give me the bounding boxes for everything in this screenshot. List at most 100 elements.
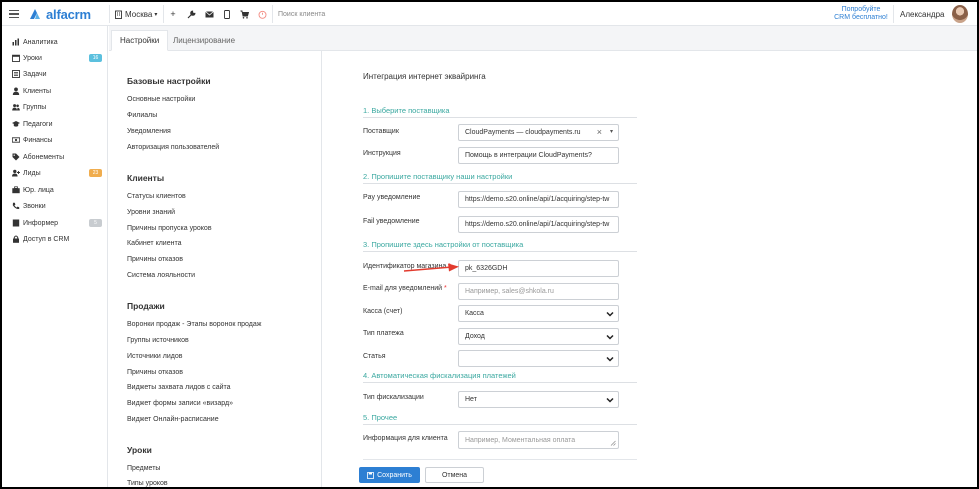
menu-link-client-cabinet[interactable]: Кабинет клиента [127, 240, 181, 247]
menu-link-schedule-widget[interactable]: Виджет Онлайн-расписание [127, 416, 219, 423]
divider [272, 5, 273, 23]
menu-link-lead-sources[interactable]: Источники лидов [127, 353, 182, 360]
article-label: Статья [363, 353, 386, 360]
sidebar-item-informer[interactable]: Информер 5 [12, 215, 104, 231]
provider-value: CloudPayments — cloudpayments.ru [465, 129, 581, 136]
menu-link-refusal-reasons-sales[interactable]: Причины отказов [127, 369, 183, 376]
shop-id-field[interactable]: pk_6326GDH [458, 260, 619, 277]
informer-count-badge: 5 [89, 219, 102, 227]
avatar[interactable] [952, 5, 968, 23]
divider [893, 5, 894, 23]
leads-count-badge: 23 [89, 169, 102, 177]
menu-link-sales-funnels[interactable]: Воронки продаж - Этапы воронок продаж [127, 321, 261, 328]
menu-link-absence-reasons[interactable]: Причины пропуска уроков [127, 225, 212, 232]
menu-link-lesson-types[interactable]: Типы уроков [127, 480, 168, 487]
user-icon [12, 87, 20, 95]
sidebar-item-label: Группы [23, 103, 47, 111]
caret-down-icon: ▾ [154, 11, 158, 18]
app-window: alfacrm Москва ▾ + Поиск клиента Попробу… [2, 2, 977, 487]
clear-icon[interactable]: × [597, 127, 602, 137]
sidebar-item-clients[interactable]: Клиенты [12, 83, 104, 99]
promo-link[interactable]: Попробуйте CRM бесплатно! [831, 2, 891, 26]
resize-handle-icon[interactable] [610, 440, 616, 446]
menu-icon[interactable] [8, 2, 20, 26]
menu-link-subjects[interactable]: Предметы [127, 465, 160, 472]
tab-licensing[interactable]: Лицензирование [165, 30, 243, 51]
fiscal-type-select[interactable]: Нет [458, 391, 619, 408]
city-selector[interactable]: Москва ▾ [114, 2, 157, 26]
sidebar-item-analytics[interactable]: Аналитика [12, 34, 104, 50]
sidebar-item-crm-access[interactable]: Доступ в CRM [12, 231, 104, 247]
email-field[interactable]: Например, sales@shkola.ru [458, 283, 619, 300]
client-info-textarea[interactable]: Например, Моментальная оплата [458, 431, 619, 449]
chevron-down-icon [606, 356, 614, 362]
sidebar-item-groups[interactable]: Группы [12, 99, 104, 115]
payment-type-label: Тип платежа [363, 330, 404, 337]
cashbox-select[interactable]: Касса [458, 305, 619, 322]
sidebar-item-label: Аналитика [23, 38, 58, 46]
instruction-field[interactable]: Помощь в интеграции CloudPayments? [458, 147, 619, 164]
divider [109, 5, 110, 23]
money-icon [12, 136, 20, 144]
menu-link-wizard-widget[interactable]: Виджет формы записи «визард» [127, 400, 233, 407]
sidebar-item-legal-entities[interactable]: Юр. лица [12, 182, 104, 198]
sidebar: Аналитика Уроки 16 Задачи Клиенты Группы… [2, 26, 108, 487]
provider-label: Поставщик [363, 128, 399, 135]
divider [163, 5, 164, 23]
wrench-icon[interactable] [186, 2, 196, 26]
user-name[interactable]: Александра [900, 2, 944, 26]
sidebar-item-label: Звонки [23, 202, 46, 210]
menu-link-lead-widgets[interactable]: Виджеты захвата лидов с сайта [127, 384, 231, 391]
sidebar-item-subscriptions[interactable]: Абонементы [12, 149, 104, 165]
provider-select[interactable]: CloudPayments — cloudpayments.ru × ▾ [458, 124, 619, 141]
save-label: Сохранить [377, 471, 412, 479]
menu-link-user-auth[interactable]: Авторизация пользователей [127, 144, 219, 151]
section-heading: 1. Выберите поставщика [363, 106, 637, 118]
cancel-button[interactable]: Отмена [425, 467, 484, 483]
tab-settings[interactable]: Настройки [111, 30, 169, 51]
menu-link-knowledge-levels[interactable]: Уровни знаний [127, 209, 175, 216]
logo-mark-icon [30, 9, 40, 19]
sidebar-item-label: Лиды [23, 169, 41, 177]
sidebar-item-teachers[interactable]: Педагоги [12, 116, 104, 132]
menu-link-notifications[interactable]: Уведомления [127, 128, 171, 135]
save-button[interactable]: Сохранить [359, 467, 420, 483]
cart-icon[interactable] [239, 2, 249, 26]
search-input[interactable]: Поиск клиента [278, 2, 325, 26]
logo[interactable]: alfacrm [29, 2, 91, 26]
calendar-icon [12, 54, 20, 62]
sidebar-item-finance[interactable]: Финансы [12, 132, 104, 148]
divider [363, 459, 637, 460]
client-info-placeholder: Например, Моментальная оплата [465, 436, 576, 444]
section-heading: 5. Прочее [363, 413, 637, 425]
fail-notification-field[interactable]: https://demo.s20.online/api/1/acquiring/… [458, 216, 619, 233]
sidebar-item-tasks[interactable]: Задачи [12, 66, 104, 82]
menu-link-branches[interactable]: Филиалы [127, 112, 157, 119]
sidebar-item-label: Финансы [23, 136, 53, 144]
sidebar-item-calls[interactable]: Звонки [12, 198, 104, 214]
sidebar-item-lessons[interactable]: Уроки 16 [12, 50, 104, 66]
pay-notification-field[interactable]: https://demo.s20.online/api/1/acquiring/… [458, 191, 619, 208]
menu-link-main-settings[interactable]: Основные настройки [127, 96, 195, 103]
section-heading: 4. Автоматическая фискализация платежей [363, 371, 637, 383]
menu-link-client-statuses[interactable]: Статусы клиентов [127, 193, 186, 200]
menu-link-loyalty[interactable]: Система лояльности [127, 272, 195, 279]
add-icon[interactable]: + [168, 2, 178, 26]
cashbox-value: Касса [465, 310, 484, 317]
graduation-cap-icon [12, 120, 20, 128]
timer-icon[interactable] [257, 2, 267, 26]
envelope-icon[interactable] [204, 2, 214, 26]
sidebar-item-leads[interactable]: Лиды 23 [12, 165, 104, 181]
promo-line1: Попробуйте [841, 6, 881, 13]
section-heading: 2. Пропишите поставщику наши настройки [363, 172, 637, 184]
logo-text: alfacrm [46, 6, 91, 22]
menu-link-source-groups[interactable]: Группы источников [127, 337, 189, 344]
menu-link-refusal-reasons[interactable]: Причины отказов [127, 256, 183, 263]
mobile-icon[interactable] [222, 2, 232, 26]
menu-section-title: Клиенты [127, 173, 165, 183]
article-select[interactable] [458, 350, 619, 367]
sidebar-item-label: Информер [23, 219, 59, 227]
tag-icon [12, 153, 20, 161]
payment-type-select[interactable]: Доход [458, 328, 619, 345]
building-icon [115, 10, 122, 19]
